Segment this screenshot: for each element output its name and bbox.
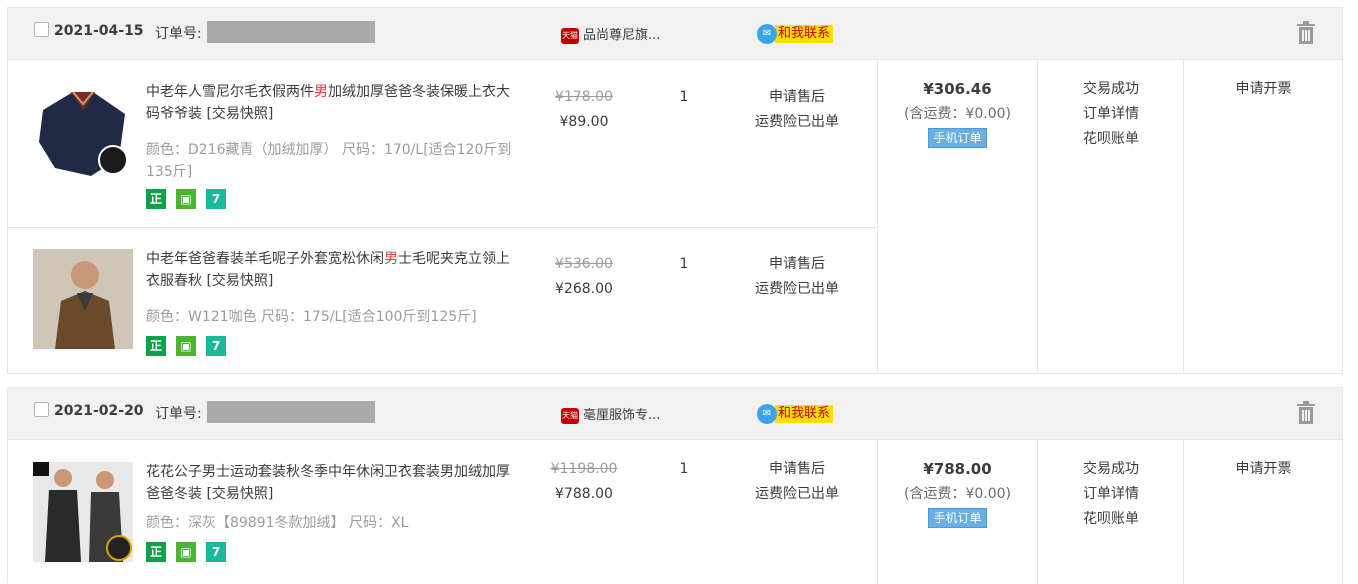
authentic-icon[interactable]: 正 xyxy=(146,336,166,356)
order-header: 2021-04-15 订单号: 天猫 品尚尊尼旗... ✉ 和我联系 xyxy=(8,8,1342,60)
seven-day-return-icon[interactable]: 7 xyxy=(206,336,226,356)
invoice-column: 申请开票 xyxy=(1183,440,1343,584)
original-price: ¥178.00 xyxy=(555,89,613,105)
order-date: 2021-04-15 xyxy=(54,23,144,39)
seven-day-return-icon[interactable]: 7 xyxy=(206,542,226,562)
shipping-fee: (含运费：¥0.00) xyxy=(903,106,1011,122)
product-thumbnail[interactable] xyxy=(33,80,133,180)
shipping-insurance-link[interactable]: 运费险已出单 xyxy=(742,110,852,135)
original-price: ¥1198.00 xyxy=(550,461,618,477)
tmall-icon: 天猫 xyxy=(561,407,579,424)
after-sale-service: 申请售后 运费险已出单 xyxy=(742,85,852,135)
quantity: 1 xyxy=(679,89,689,105)
authentic-icon[interactable]: 正 xyxy=(146,542,166,562)
product-thumbnail[interactable] xyxy=(33,462,133,562)
order-total: ¥306.46 xyxy=(923,80,992,98)
original-price: ¥536.00 xyxy=(555,256,613,272)
authentic-icon[interactable]: 正 xyxy=(146,189,166,209)
shop-link[interactable]: 天猫 品尚尊尼旗... xyxy=(561,24,660,44)
apply-invoice-link[interactable]: 申请开票 xyxy=(1236,81,1292,97)
quantity: 1 xyxy=(679,461,689,477)
mobile-order-tag[interactable]: 手机订单 xyxy=(928,128,987,148)
product-attributes: 颜色：深灰【89891冬款加绒】 尺码：XL xyxy=(146,515,409,531)
apply-after-sale-link[interactable]: 申请售后 xyxy=(742,252,852,277)
product-attributes: 颜色：D216藏青（加绒加厚） 尺码：170/L[适合120斤到135斤] xyxy=(146,142,512,180)
title-text[interactable]: 花花公子男士运动套装秋冬季中年休闲卫衣套装男加绒加厚爸爸冬装 [交易快照] xyxy=(146,464,510,502)
chat-bubble-icon: ✉ xyxy=(757,24,777,44)
product-title[interactable]: 中老年人雪尼尔毛衣假两件男加绒加厚爸爸冬装保暖上衣大码爷爷装 [交易快照] xyxy=(146,81,516,125)
service-badges: 正 ▣ 7 xyxy=(146,542,226,562)
order-status: 交易成功 xyxy=(1083,461,1139,477)
order-detail-link[interactable]: 订单详情 xyxy=(1038,102,1184,127)
product-title[interactable]: 花花公子男士运动套装秋冬季中年休闲卫衣套装男加绒加厚爸爸冬装 [交易快照] xyxy=(146,461,516,505)
title-text[interactable]: 中老年人雪尼尔毛衣假两件 xyxy=(146,84,314,100)
apply-after-sale-link[interactable]: 申请售后 xyxy=(742,457,852,482)
order-item-row: 花花公子男士运动套装秋冬季中年休闲卫衣套装男加绒加厚爸爸冬装 [交易快照] 颜色… xyxy=(8,440,877,584)
huabei-bill-link[interactable]: 花呗账单 xyxy=(1038,507,1184,532)
chat-bubble-icon: ✉ xyxy=(757,404,777,424)
order-select-checkbox[interactable] xyxy=(34,402,49,417)
order-card: 2021-04-15 订单号: 天猫 品尚尊尼旗... ✉ 和我联系 中老年人雪… xyxy=(7,7,1343,374)
order-item-row: 中老年爸爸春装羊毛呢子外套宽松休闲男士毛呢夹克立领上衣服春秋 [交易快照] 颜色… xyxy=(8,227,877,373)
shipping-insurance-link[interactable]: 运费险已出单 xyxy=(742,482,852,507)
order-select-checkbox[interactable] xyxy=(34,22,49,37)
order-item-row: 中老年人雪尼尔毛衣假两件男加绒加厚爸爸冬装保暖上衣大码爷爷装 [交易快照] 颜色… xyxy=(8,60,877,227)
product-title[interactable]: 中老年爸爸春装羊毛呢子外套宽松休闲男士毛呢夹克立领上衣服春秋 [交易快照] xyxy=(146,248,516,292)
after-sale-service: 申请售后 运费险已出单 xyxy=(742,457,852,507)
order-detail-link[interactable]: 订单详情 xyxy=(1038,482,1184,507)
mobile-order-tag[interactable]: 手机订单 xyxy=(928,508,987,528)
contact-seller-button[interactable]: ✉ 和我联系 xyxy=(757,24,834,44)
order-number-redacted xyxy=(207,401,375,423)
tmall-icon: 天猫 xyxy=(561,27,579,44)
order-number-redacted xyxy=(207,21,375,43)
contact-label: 和我联系 xyxy=(775,405,834,423)
order-total-column: ¥788.00 (含运费：¥0.00) 手机订单 xyxy=(877,440,1037,584)
apply-after-sale-link[interactable]: 申请售后 xyxy=(742,85,852,110)
title-highlight[interactable]: 男 xyxy=(314,84,328,100)
invoice-column: 申请开票 xyxy=(1183,60,1343,373)
shipping-fee: (含运费：¥0.00) xyxy=(903,486,1011,502)
after-sale-service: 申请售后 运费险已出单 xyxy=(742,252,852,302)
quantity: 1 xyxy=(679,256,689,272)
order-status-column: 交易成功 订单详情 花呗账单 xyxy=(1037,60,1184,373)
title-text[interactable]: 中老年爸爸春装羊毛呢子外套宽松休闲 xyxy=(146,251,384,267)
order-number-label: 订单号: xyxy=(155,406,202,422)
order-status-column: 交易成功 订单详情 花呗账单 xyxy=(1037,440,1184,584)
order-date: 2021-02-20 xyxy=(54,403,144,419)
trash-icon[interactable] xyxy=(1296,401,1316,425)
contact-label: 和我联系 xyxy=(775,25,834,43)
product-attributes: 颜色：W121咖色 尺码：175/L[适合100斤到125斤] xyxy=(146,309,477,325)
product-thumbnail[interactable] xyxy=(33,249,133,349)
order-status: 交易成功 xyxy=(1083,81,1139,97)
order-header: 2021-02-20 订单号: 天猫 毫厘服饰专... ✉ 和我联系 xyxy=(8,388,1342,440)
bag-icon[interactable]: ▣ xyxy=(176,189,196,209)
service-badges: 正 ▣ 7 xyxy=(146,189,226,209)
order-total: ¥788.00 xyxy=(923,460,992,478)
bag-icon[interactable]: ▣ xyxy=(176,336,196,356)
seven-day-return-icon[interactable]: 7 xyxy=(206,189,226,209)
apply-invoice-link[interactable]: 申请开票 xyxy=(1236,461,1292,477)
trash-icon[interactable] xyxy=(1296,21,1316,45)
service-badges: 正 ▣ 7 xyxy=(146,336,226,356)
current-price: ¥788.00 xyxy=(555,486,613,502)
contact-seller-button[interactable]: ✉ 和我联系 xyxy=(757,404,834,424)
order-number-label: 订单号: xyxy=(155,26,202,42)
shipping-insurance-link[interactable]: 运费险已出单 xyxy=(742,277,852,302)
shop-name[interactable]: 品尚尊尼旗... xyxy=(583,28,660,43)
current-price: ¥268.00 xyxy=(555,281,613,297)
order-card: 2021-02-20 订单号: 天猫 毫厘服饰专... ✉ 和我联系 花花公子男… xyxy=(7,387,1343,584)
title-highlight[interactable]: 男 xyxy=(384,251,398,267)
bag-icon[interactable]: ▣ xyxy=(176,542,196,562)
current-price: ¥89.00 xyxy=(559,114,609,130)
shop-name[interactable]: 毫厘服饰专... xyxy=(583,408,660,423)
huabei-bill-link[interactable]: 花呗账单 xyxy=(1038,127,1184,152)
order-total-column: ¥306.46 (含运费：¥0.00) 手机订单 xyxy=(877,60,1037,373)
shop-link[interactable]: 天猫 毫厘服饰专... xyxy=(561,404,660,424)
